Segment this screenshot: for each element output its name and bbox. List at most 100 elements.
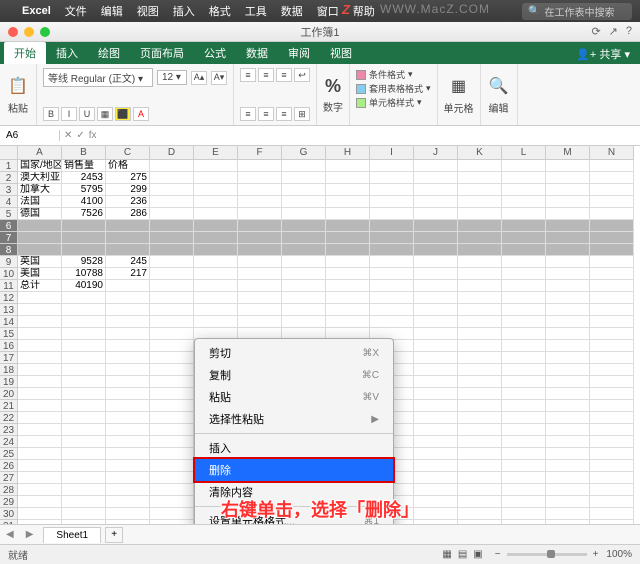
cells-icon[interactable]: ▦ (447, 74, 471, 98)
row-header[interactable]: 7 (0, 232, 18, 244)
cell[interactable] (106, 484, 150, 496)
cell[interactable] (590, 256, 634, 268)
cell[interactable] (62, 292, 106, 304)
cell[interactable] (546, 376, 590, 388)
ctx-item[interactable]: 剪切⌘X (195, 342, 393, 364)
cell[interactable] (414, 184, 458, 196)
cell[interactable] (370, 244, 414, 256)
col-header[interactable]: K (458, 146, 502, 160)
cell[interactable] (62, 352, 106, 364)
cell[interactable] (590, 232, 634, 244)
cell[interactable]: 美国 (18, 268, 62, 280)
cell[interactable] (502, 484, 546, 496)
cell[interactable]: 国家/地区 (18, 160, 62, 172)
cell[interactable] (282, 232, 326, 244)
cell[interactable] (238, 292, 282, 304)
cell[interactable] (326, 232, 370, 244)
cell[interactable] (370, 172, 414, 184)
row-header[interactable]: 19 (0, 376, 18, 388)
tab-home[interactable]: 开始 (4, 42, 46, 64)
cell[interactable] (194, 316, 238, 328)
cell[interactable] (238, 172, 282, 184)
increase-font-button[interactable]: A▴ (191, 71, 207, 85)
cell[interactable] (194, 268, 238, 280)
cell[interactable] (546, 412, 590, 424)
cell[interactable] (370, 316, 414, 328)
col-header[interactable]: L (502, 146, 546, 160)
cell[interactable] (62, 340, 106, 352)
cell[interactable] (546, 244, 590, 256)
cell[interactable] (502, 412, 546, 424)
cell[interactable] (502, 280, 546, 292)
cell[interactable] (458, 472, 502, 484)
cell[interactable] (590, 424, 634, 436)
cell[interactable] (326, 304, 370, 316)
ctx-item[interactable]: 插入 (195, 437, 393, 459)
cell[interactable] (18, 352, 62, 364)
cell[interactable] (458, 232, 502, 244)
cell[interactable] (282, 280, 326, 292)
fill-color-button[interactable]: ⬛ (115, 107, 131, 121)
cell[interactable]: 德国 (18, 208, 62, 220)
cell[interactable] (590, 208, 634, 220)
cell[interactable] (546, 184, 590, 196)
cell[interactable] (194, 184, 238, 196)
cell[interactable] (238, 220, 282, 232)
cell[interactable] (502, 472, 546, 484)
cell[interactable] (590, 340, 634, 352)
cell[interactable] (62, 316, 106, 328)
cell[interactable] (458, 328, 502, 340)
row-header[interactable]: 1 (0, 160, 18, 172)
cell[interactable] (62, 496, 106, 508)
cell[interactable] (62, 388, 106, 400)
cell[interactable] (458, 388, 502, 400)
cell[interactable] (194, 232, 238, 244)
row-header[interactable]: 21 (0, 400, 18, 412)
cell[interactable] (590, 400, 634, 412)
menu-format[interactable]: 格式 (209, 3, 231, 19)
cell[interactable] (370, 196, 414, 208)
cell[interactable] (414, 508, 458, 520)
cell[interactable] (18, 520, 62, 524)
cell[interactable] (502, 376, 546, 388)
cell[interactable] (502, 196, 546, 208)
cell[interactable] (150, 436, 194, 448)
search-input[interactable]: 🔍 在工作表中搜索 (522, 3, 632, 20)
cell[interactable] (106, 244, 150, 256)
cell[interactable] (282, 160, 326, 172)
cell[interactable] (458, 172, 502, 184)
menu-data[interactable]: 数据 (281, 3, 303, 19)
ctx-item[interactable]: 删除 (195, 459, 393, 481)
cell[interactable] (590, 508, 634, 520)
cell[interactable] (62, 304, 106, 316)
menu-insert[interactable]: 插入 (173, 3, 195, 19)
cell[interactable] (546, 436, 590, 448)
cell[interactable] (370, 220, 414, 232)
confirm-icon[interactable]: ✓ (76, 130, 84, 141)
col-header[interactable]: A (18, 146, 62, 160)
cell[interactable] (282, 244, 326, 256)
cell[interactable] (18, 340, 62, 352)
cell[interactable] (370, 208, 414, 220)
cell[interactable] (106, 364, 150, 376)
cell[interactable] (106, 400, 150, 412)
cell[interactable] (590, 292, 634, 304)
cell[interactable] (150, 424, 194, 436)
cell[interactable] (18, 460, 62, 472)
cell[interactable] (458, 460, 502, 472)
cell[interactable] (238, 244, 282, 256)
cell[interactable] (590, 388, 634, 400)
cell[interactable] (458, 448, 502, 460)
cell[interactable] (502, 256, 546, 268)
cell[interactable] (370, 256, 414, 268)
cell[interactable] (546, 232, 590, 244)
col-header[interactable]: B (62, 146, 106, 160)
cell[interactable] (590, 316, 634, 328)
cell[interactable] (502, 208, 546, 220)
cell[interactable] (106, 520, 150, 524)
cell[interactable] (106, 436, 150, 448)
cell[interactable] (414, 460, 458, 472)
cell[interactable] (458, 208, 502, 220)
cell[interactable] (414, 316, 458, 328)
ctx-item[interactable]: 选择性粘贴▶ (195, 408, 393, 430)
